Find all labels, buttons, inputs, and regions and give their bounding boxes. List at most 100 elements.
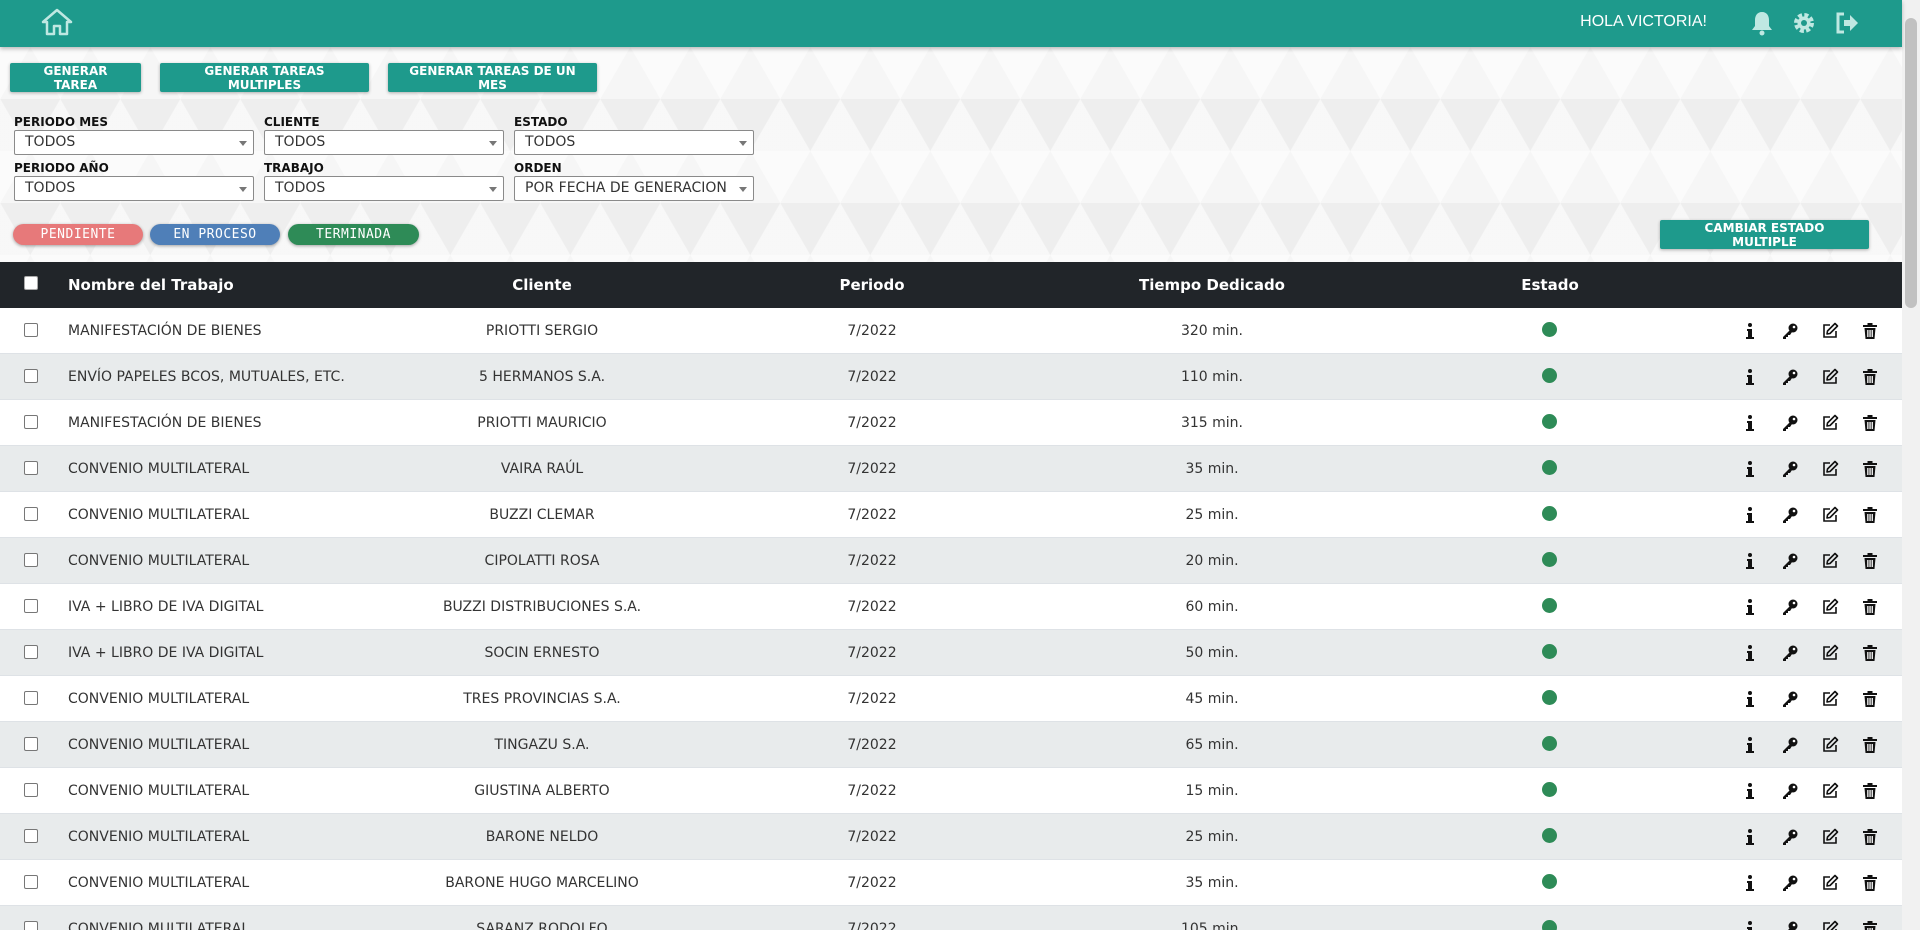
- key-icon[interactable]: [1781, 874, 1799, 892]
- estado-select[interactable]: TODOS: [514, 130, 754, 155]
- row-checkbox[interactable]: [24, 323, 38, 337]
- key-icon[interactable]: [1781, 414, 1799, 432]
- key-icon[interactable]: [1781, 920, 1799, 930]
- row-checkbox[interactable]: [24, 507, 38, 521]
- edit-icon[interactable]: [1821, 644, 1839, 662]
- cell-trabajo: ENVÍO PAPELES BCOS, MUTUALES, ETC.: [68, 369, 345, 385]
- row-checkbox[interactable]: [24, 461, 38, 475]
- key-icon[interactable]: [1781, 598, 1799, 616]
- info-icon[interactable]: [1741, 782, 1759, 800]
- row-checkbox[interactable]: [24, 829, 38, 843]
- edit-icon[interactable]: [1821, 874, 1839, 892]
- info-icon[interactable]: [1741, 460, 1759, 478]
- info-icon[interactable]: [1741, 828, 1759, 846]
- row-checkbox[interactable]: [24, 599, 38, 613]
- cliente-select[interactable]: TODOS: [264, 130, 504, 155]
- trash-icon[interactable]: [1861, 368, 1879, 386]
- edit-icon[interactable]: [1821, 506, 1839, 524]
- key-icon[interactable]: [1781, 506, 1799, 524]
- info-icon[interactable]: [1741, 322, 1759, 340]
- edit-icon[interactable]: [1821, 598, 1839, 616]
- trash-icon[interactable]: [1861, 736, 1879, 754]
- trash-icon[interactable]: [1861, 414, 1879, 432]
- periodo-mes-select[interactable]: TODOS: [14, 130, 254, 155]
- cell-trabajo: CONVENIO MULTILATERAL: [68, 875, 250, 891]
- trash-icon[interactable]: [1861, 874, 1879, 892]
- cell-tiempo: 15 min.: [1185, 783, 1239, 799]
- trash-icon[interactable]: [1861, 506, 1879, 524]
- key-icon[interactable]: [1781, 552, 1799, 570]
- edit-icon[interactable]: [1821, 690, 1839, 708]
- edit-icon[interactable]: [1821, 920, 1839, 930]
- info-icon[interactable]: [1741, 644, 1759, 662]
- info-icon[interactable]: [1741, 690, 1759, 708]
- chevron-down-icon: [739, 187, 747, 192]
- info-icon[interactable]: [1741, 920, 1759, 930]
- key-icon[interactable]: [1781, 782, 1799, 800]
- trash-icon[interactable]: [1861, 690, 1879, 708]
- key-icon[interactable]: [1781, 322, 1799, 340]
- trash-icon[interactable]: [1861, 920, 1879, 930]
- edit-icon[interactable]: [1821, 552, 1839, 570]
- row-checkbox[interactable]: [24, 415, 38, 429]
- key-icon[interactable]: [1781, 644, 1799, 662]
- row-checkbox[interactable]: [24, 737, 38, 751]
- info-icon[interactable]: [1741, 368, 1759, 386]
- info-icon[interactable]: [1741, 506, 1759, 524]
- info-icon[interactable]: [1741, 552, 1759, 570]
- pendiente-status-pill[interactable]: PENDIENTE: [13, 224, 143, 245]
- trabajo-select[interactable]: TODOS: [264, 176, 504, 201]
- generar-tareas-multiples-button[interactable]: GENERAR TAREAS MULTIPLES: [160, 63, 369, 92]
- info-icon[interactable]: [1741, 598, 1759, 616]
- edit-icon[interactable]: [1821, 368, 1839, 386]
- edit-icon[interactable]: [1821, 414, 1839, 432]
- home-icon[interactable]: [41, 8, 73, 36]
- vertical-scrollbar[interactable]: [1902, 0, 1920, 930]
- edit-icon[interactable]: [1821, 460, 1839, 478]
- key-icon[interactable]: [1781, 690, 1799, 708]
- generar-tarea-button[interactable]: GENERAR TAREA: [10, 63, 141, 92]
- orden-select[interactable]: POR FECHA DE GENERACION: [514, 176, 754, 201]
- edit-icon[interactable]: [1821, 736, 1839, 754]
- trash-icon[interactable]: [1861, 322, 1879, 340]
- info-icon[interactable]: [1741, 874, 1759, 892]
- trash-icon[interactable]: [1861, 552, 1879, 570]
- scrollbar-thumb[interactable]: [1905, 18, 1917, 308]
- row-checkbox[interactable]: [24, 783, 38, 797]
- trash-icon[interactable]: [1861, 782, 1879, 800]
- row-checkbox[interactable]: [24, 553, 38, 567]
- edit-icon[interactable]: [1821, 828, 1839, 846]
- bell-icon[interactable]: [1748, 9, 1776, 37]
- key-icon[interactable]: [1781, 736, 1799, 754]
- row-checkbox[interactable]: [24, 369, 38, 383]
- edit-icon[interactable]: [1821, 322, 1839, 340]
- edit-icon[interactable]: [1821, 782, 1839, 800]
- cell-trabajo: MANIFESTACIÓN DE BIENES: [68, 415, 262, 431]
- trash-icon[interactable]: [1861, 598, 1879, 616]
- row-checkbox[interactable]: [24, 645, 38, 659]
- info-icon[interactable]: [1741, 414, 1759, 432]
- key-icon[interactable]: [1781, 368, 1799, 386]
- trash-icon[interactable]: [1861, 460, 1879, 478]
- trash-icon[interactable]: [1861, 644, 1879, 662]
- key-icon[interactable]: [1781, 460, 1799, 478]
- row-checkbox[interactable]: [24, 691, 38, 705]
- select-all-checkbox[interactable]: [24, 276, 38, 290]
- generar-tareas-mes-button[interactable]: GENERAR TAREAS DE UN MES: [388, 63, 597, 92]
- row-checkbox[interactable]: [24, 875, 38, 889]
- cell-cliente: BUZZI CLEMAR: [489, 507, 595, 523]
- estado-value: TODOS: [525, 134, 576, 150]
- cambiar-estado-multiple-button[interactable]: CAMBIAR ESTADO MULTIPLE: [1660, 220, 1869, 249]
- periodo-anio-select[interactable]: TODOS: [14, 176, 254, 201]
- chevron-down-icon: [239, 141, 247, 146]
- en-proceso-status-pill[interactable]: EN PROCESO: [150, 224, 280, 245]
- table-row: CONVENIO MULTILATERAL GIUSTINA ALBERTO 7…: [0, 768, 1902, 814]
- info-icon[interactable]: [1741, 736, 1759, 754]
- status-dot: [1542, 322, 1557, 337]
- trash-icon[interactable]: [1861, 828, 1879, 846]
- row-checkbox[interactable]: [24, 921, 38, 930]
- gear-icon[interactable]: [1790, 9, 1818, 37]
- logout-icon[interactable]: [1833, 9, 1861, 37]
- terminada-status-pill[interactable]: TERMINADA: [288, 224, 419, 245]
- key-icon[interactable]: [1781, 828, 1799, 846]
